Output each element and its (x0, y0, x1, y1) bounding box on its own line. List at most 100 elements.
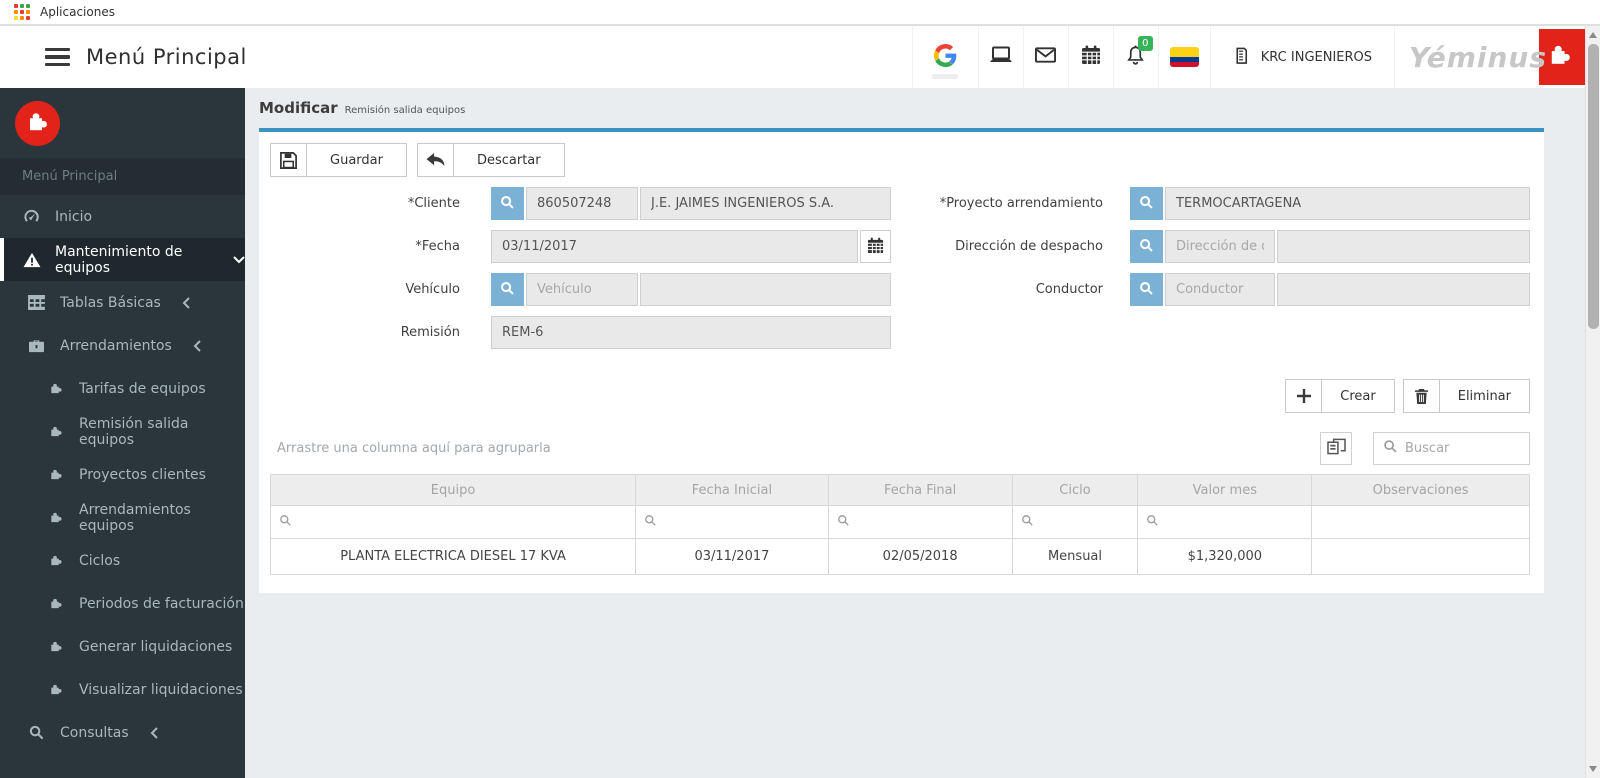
save-button-label: Guardar (330, 152, 383, 168)
messages-button[interactable] (1022, 26, 1068, 88)
cliente-code-input[interactable] (526, 187, 638, 220)
sidebar-item-label: Arrendamientos equipos (79, 501, 191, 534)
cell-fecha-final: 02/05/2018 (827, 538, 1013, 575)
proyecto-search-button[interactable] (1130, 187, 1163, 220)
equipment-grid: Equipo Fecha Inicial Fecha Final Ciclo V… (269, 474, 1530, 575)
scrollbar-thumb[interactable] (1587, 44, 1599, 329)
column-chooser-button[interactable] (1320, 431, 1352, 465)
apps-grid-icon (14, 4, 30, 20)
filter-cell-valor-mes[interactable] (1137, 505, 1313, 539)
sidebar-item-consultas[interactable]: Consultas (0, 711, 245, 754)
puzzle-piece-icon (46, 597, 65, 610)
proyecto-input[interactable] (1165, 187, 1530, 220)
fecha-input[interactable] (491, 230, 858, 263)
direccion-search-button[interactable] (1130, 230, 1163, 263)
sidebar-item-periodos-de-facturacion[interactable]: Periodos de facturación (0, 582, 245, 625)
cliente-search-button[interactable] (491, 187, 524, 220)
sidebar-logo (0, 88, 245, 158)
puzzle-piece-icon (46, 683, 65, 696)
filter-cell-fecha-inicial[interactable] (635, 505, 829, 539)
column-header-equipo[interactable]: Equipo (269, 474, 637, 506)
filter-cell-fecha-final[interactable] (827, 505, 1013, 539)
search-icon (500, 281, 515, 299)
create-row-button[interactable]: Crear (1285, 379, 1395, 413)
sidebar-item-label: Inicio (55, 208, 93, 225)
remision-input[interactable] (491, 316, 891, 349)
sidebar-item-ciclos[interactable]: Ciclos (0, 539, 245, 582)
conductor-search-button[interactable] (1130, 273, 1163, 306)
column-chooser-icon (1326, 438, 1346, 458)
sidebar-item-label: Visualizar liquidaciones (79, 681, 243, 698)
apps-bar: Aplicaciones (0, 0, 1600, 26)
cell-observaciones (1311, 538, 1530, 575)
header: Menú Principal 0 KRC INGENIEROS Yéminus (0, 26, 1585, 88)
language-button[interactable] (1157, 26, 1210, 88)
scrollbar-up-arrow[interactable] (1589, 32, 1597, 38)
chevron-left-icon (193, 339, 202, 352)
sidebar-item-label: Tablas Básicas (60, 294, 161, 311)
direccion-code-input[interactable] (1165, 230, 1275, 263)
column-header-ciclo[interactable]: Ciclo (1011, 474, 1139, 506)
cliente-name-input[interactable] (640, 187, 891, 220)
company-menu[interactable]: KRC INGENIEROS (1209, 26, 1394, 88)
cliente-label: *Cliente (407, 196, 460, 211)
filter-cell-equipo[interactable] (269, 505, 637, 539)
sidebar-item-label: Periodos de facturación (79, 595, 244, 612)
fecha-calendar-button[interactable] (860, 230, 891, 263)
grid-search-input[interactable] (1405, 440, 1517, 456)
hamburger-menu-icon[interactable] (45, 47, 70, 67)
sidebar-item-generar-liquidaciones[interactable]: Generar liquidaciones (0, 625, 245, 668)
sidebar-item-mantenimiento-de-equipos[interactable]: Mantenimiento de equipos (0, 238, 245, 281)
dashboard-icon (22, 208, 41, 225)
grid-header-row: Equipo Fecha Inicial Fecha Final Ciclo V… (269, 474, 1530, 506)
column-header-fecha-inicial[interactable]: Fecha Inicial (635, 474, 829, 506)
sidebar-item-label: Proyectos clientes (79, 466, 206, 483)
search-icon (1383, 439, 1398, 458)
company-name: KRC INGENIEROS (1260, 49, 1373, 65)
sidebar-item-label: Arrendamientos (60, 337, 172, 354)
sidebar-item-arrendamientos-equipos[interactable]: Arrendamientos equipos (0, 496, 245, 539)
vehiculo-name-input[interactable] (640, 273, 891, 306)
delete-row-button[interactable]: Eliminar (1402, 379, 1530, 413)
vehiculo-code-input[interactable] (526, 273, 638, 306)
discard-button[interactable]: Descartar (416, 143, 565, 177)
filter-cell-observaciones[interactable] (1311, 505, 1530, 539)
notifications-button[interactable]: 0 (1112, 26, 1158, 88)
delete-button-label: Eliminar (1457, 388, 1511, 404)
direccion-name-input[interactable] (1277, 230, 1530, 263)
apps-launcher[interactable]: Aplicaciones (14, 4, 115, 20)
menu-title: Menú Principal (86, 45, 247, 69)
search-icon (1139, 281, 1154, 299)
column-header-observaciones[interactable]: Observaciones (1311, 474, 1530, 506)
google-button[interactable] (911, 26, 978, 88)
app-logo-puzzle-icon (15, 100, 60, 146)
laptop-icon (989, 46, 1013, 68)
sidebar: Menú Principal Inicio Mantenimiento de e… (0, 88, 245, 778)
page-title: Modificar (259, 99, 338, 117)
sidebar-item-tarifas-de-equipos[interactable]: Tarifas de equipos (0, 367, 245, 410)
filter-cell-ciclo[interactable] (1011, 505, 1139, 539)
conductor-code-input[interactable] (1165, 273, 1275, 306)
sidebar-item-tablas-basicas[interactable]: Tablas Básicas (0, 281, 245, 324)
sidebar-item-remision-salida-equipos[interactable]: Remisión salida equipos (0, 410, 245, 453)
scrollbar-down-arrow[interactable] (1589, 766, 1597, 772)
conductor-name-input[interactable] (1277, 273, 1530, 306)
vertical-scrollbar[interactable] (1585, 26, 1600, 778)
save-button[interactable]: Guardar (270, 143, 407, 177)
sidebar-item-visualizar-liquidaciones[interactable]: Visualizar liquidaciones (0, 668, 245, 711)
devices-button[interactable] (977, 26, 1023, 88)
create-button-label: Crear (1340, 388, 1376, 404)
column-header-fecha-final[interactable]: Fecha Final (827, 474, 1013, 506)
sidebar-item-arrendamientos[interactable]: Arrendamientos (0, 324, 245, 367)
grid-data-row[interactable]: PLANTA ELECTRICA DIESEL 17 KVA 03/11/201… (269, 538, 1530, 575)
brand-name: Yéminus (1409, 40, 1547, 74)
search-icon (1139, 195, 1154, 213)
puzzle-piece-icon (46, 640, 65, 653)
puzzle-piece-icon (46, 425, 65, 438)
column-header-valor-mes[interactable]: Valor mes (1137, 474, 1313, 506)
sidebar-item-inicio[interactable]: Inicio (0, 195, 245, 238)
sidebar-item-proyectos-clientes[interactable]: Proyectos clientes (0, 453, 245, 496)
calendar-button[interactable] (1067, 26, 1113, 88)
grid-search-box (1373, 431, 1530, 465)
vehiculo-search-button[interactable] (491, 273, 524, 306)
